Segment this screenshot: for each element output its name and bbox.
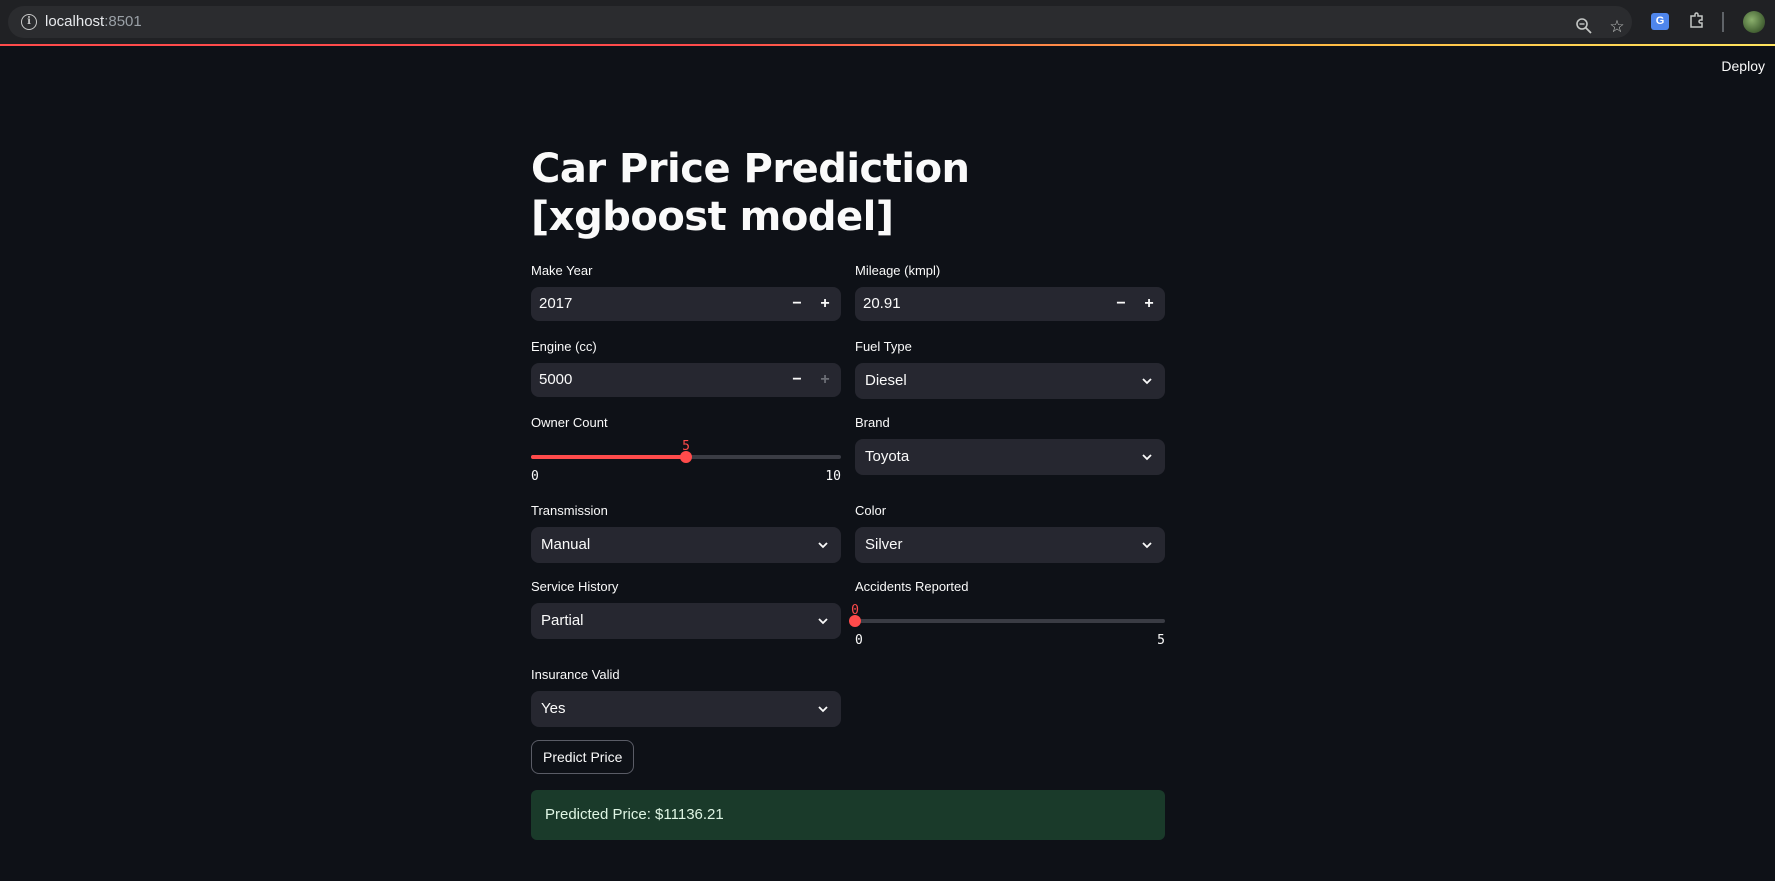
engine-input[interactable]: 5000 − + bbox=[531, 363, 841, 397]
transmission-value: Manual bbox=[541, 536, 591, 553]
fuel-type-label: Fuel Type bbox=[855, 339, 912, 354]
brand-select[interactable]: Toyota bbox=[855, 439, 1165, 475]
color-field: Color Silver bbox=[855, 503, 1165, 563]
owner-count-slider[interactable]: 5 0 10 bbox=[531, 439, 841, 485]
profile-avatar[interactable] bbox=[1743, 11, 1765, 33]
color-value: Silver bbox=[865, 536, 903, 553]
app-decoration-bar bbox=[0, 44, 1775, 46]
url-text[interactable]: localhost:8501 bbox=[45, 13, 142, 31]
engine-label: Engine (cc) bbox=[531, 339, 597, 354]
chevron-down-icon bbox=[818, 542, 828, 549]
prediction-result-box: Predicted Price: $11136.21 bbox=[531, 790, 1165, 840]
address-bar[interactable]: i localhost:8501 ☆ bbox=[8, 6, 1632, 38]
engine-field: Engine (cc) 5000 − + bbox=[531, 339, 841, 397]
site-info-icon[interactable]: i bbox=[21, 14, 37, 30]
color-select[interactable]: Silver bbox=[855, 527, 1165, 563]
translate-extension-icon[interactable]: G bbox=[1651, 13, 1669, 30]
brand-field: Brand Toyota bbox=[855, 415, 1165, 475]
transmission-label: Transmission bbox=[531, 503, 608, 518]
insurance-valid-select[interactable]: Yes bbox=[531, 691, 841, 727]
fuel-type-value: Diesel bbox=[865, 372, 907, 389]
owner-count-field: Owner Count 5 0 10 bbox=[531, 415, 841, 485]
color-label: Color bbox=[855, 503, 887, 518]
bookmark-star-icon[interactable]: ☆ bbox=[1607, 17, 1627, 37]
insurance-valid-value: Yes bbox=[541, 700, 566, 717]
owner-count-min-label: 0 bbox=[531, 469, 539, 484]
brand-label: Brand bbox=[855, 415, 890, 430]
service-history-select[interactable]: Partial bbox=[531, 603, 841, 639]
chevron-down-icon bbox=[1142, 542, 1152, 549]
deploy-button[interactable]: Deploy bbox=[1721, 58, 1765, 74]
owner-count-max-label: 10 bbox=[825, 469, 841, 484]
make-year-value[interactable]: 2017 bbox=[539, 287, 572, 321]
url-host: localhost bbox=[45, 13, 105, 30]
chevron-down-icon bbox=[818, 706, 828, 713]
engine-decrement-button[interactable]: − bbox=[783, 363, 811, 397]
insurance-valid-label: Insurance Valid bbox=[531, 667, 620, 682]
transmission-field: Transmission Manual bbox=[531, 503, 841, 563]
engine-value[interactable]: 5000 bbox=[539, 363, 572, 397]
mileage-value[interactable]: 20.91 bbox=[863, 287, 901, 321]
owner-count-thumb[interactable] bbox=[680, 451, 692, 463]
extensions-icon[interactable] bbox=[1687, 11, 1707, 31]
mileage-increment-button[interactable]: + bbox=[1135, 287, 1163, 321]
accidents-reported-max-label: 5 bbox=[1157, 633, 1165, 648]
chevron-down-icon bbox=[1142, 454, 1152, 461]
url-port: :8501 bbox=[104, 13, 142, 30]
make-year-increment-button[interactable]: + bbox=[811, 287, 839, 321]
brand-value: Toyota bbox=[865, 448, 910, 465]
predict-price-button[interactable]: Predict Price bbox=[531, 740, 635, 774]
make-year-decrement-button[interactable]: − bbox=[783, 287, 811, 321]
accidents-reported-slider[interactable]: 0 0 5 bbox=[849, 603, 1165, 649]
insurance-valid-field: Insurance Valid Yes bbox=[531, 667, 841, 727]
chevron-down-icon bbox=[1142, 378, 1152, 385]
service-history-value: Partial bbox=[541, 612, 584, 629]
mileage-label: Mileage (kmpl) bbox=[855, 263, 941, 278]
mileage-input[interactable]: 20.91 − + bbox=[855, 287, 1165, 321]
make-year-input[interactable]: 2017 − + bbox=[531, 287, 841, 321]
accidents-reported-field: Accidents Reported 0 0 5 bbox=[849, 579, 1165, 649]
accidents-reported-label: Accidents Reported bbox=[855, 579, 969, 594]
make-year-label: Make Year bbox=[531, 263, 593, 278]
toolbar-separator bbox=[1722, 12, 1724, 32]
mileage-decrement-button[interactable]: − bbox=[1107, 287, 1135, 321]
owner-count-label: Owner Count bbox=[531, 415, 608, 430]
prediction-result-text: Predicted Price: $11136.21 bbox=[545, 806, 724, 823]
accidents-reported-track[interactable] bbox=[855, 619, 1165, 623]
engine-increment-button[interactable]: + bbox=[811, 363, 839, 397]
make-year-field: Make Year 2017 − + bbox=[531, 263, 841, 321]
service-history-label: Service History bbox=[531, 579, 619, 594]
accidents-reported-thumb[interactable] bbox=[849, 615, 861, 627]
fuel-type-field: Fuel Type Diesel bbox=[855, 339, 1165, 399]
transmission-select[interactable]: Manual bbox=[531, 527, 841, 563]
owner-count-fill bbox=[531, 455, 686, 459]
accidents-reported-min-label: 0 bbox=[855, 633, 863, 648]
fuel-type-select[interactable]: Diesel bbox=[855, 363, 1165, 399]
service-history-field: Service History Partial bbox=[531, 579, 841, 639]
chevron-down-icon bbox=[818, 618, 828, 625]
zoom-icon[interactable] bbox=[1574, 17, 1594, 37]
browser-toolbar: i localhost:8501 ☆ G bbox=[0, 0, 1775, 44]
main-content: Car Price Prediction [xgboost model] bbox=[531, 145, 1165, 241]
page-title: Car Price Prediction [xgboost model] bbox=[531, 146, 970, 240]
mileage-field: Mileage (kmpl) 20.91 − + bbox=[855, 263, 1165, 321]
